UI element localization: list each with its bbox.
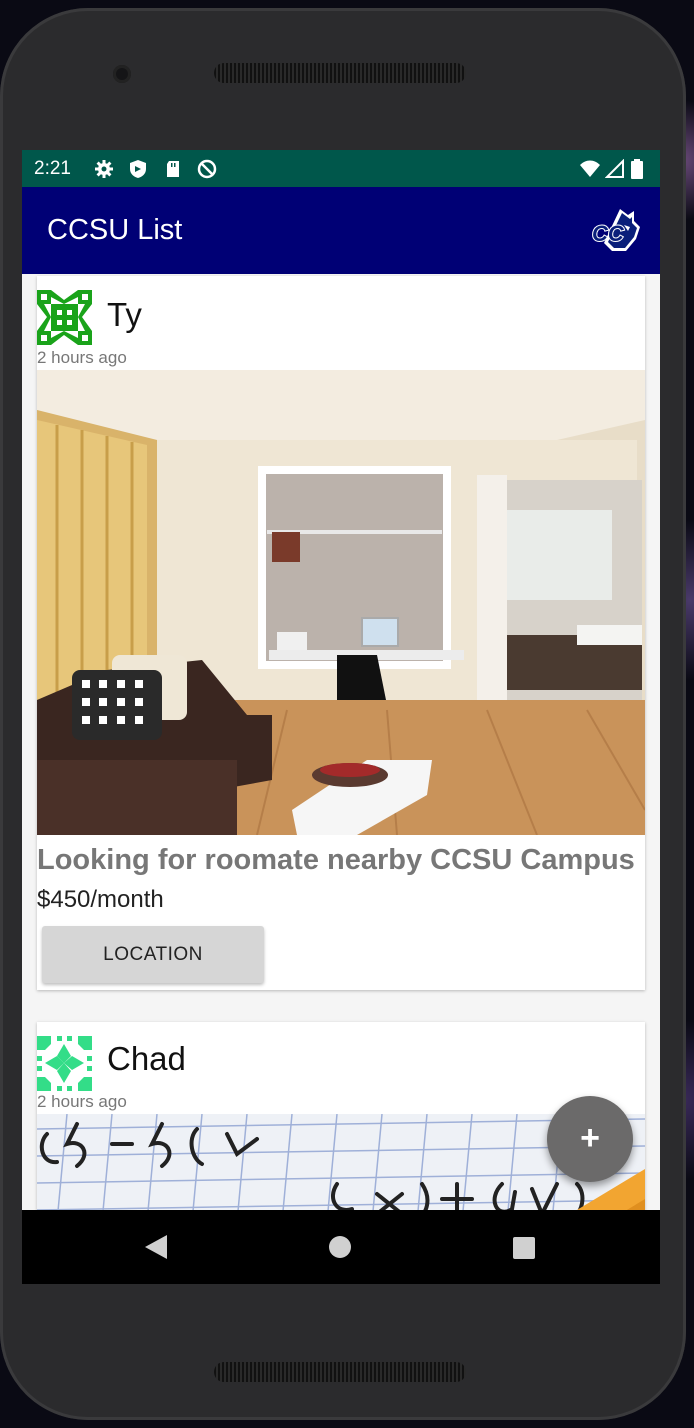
post-photo[interactable]	[37, 370, 645, 835]
post-feed[interactable]: Ty 2 hours ago Looking for roomate nearb…	[22, 274, 660, 1210]
signal-icon	[605, 159, 624, 178]
post-card[interactable]: Ty 2 hours ago Looking for roomate nearb…	[37, 276, 645, 990]
top-speaker	[214, 63, 466, 83]
user-avatar-identicon	[37, 1036, 92, 1091]
settings-icon	[95, 160, 113, 178]
post-time: 2 hours ago	[37, 1092, 127, 1111]
bottom-speaker	[214, 1362, 466, 1382]
wifi-icon	[580, 160, 600, 177]
front-camera	[113, 65, 131, 83]
status-time: 2:21	[34, 158, 71, 179]
app-bar: CCSU List CC	[22, 187, 660, 274]
add-post-button[interactable]: +	[547, 1096, 633, 1182]
user-avatar-identicon	[37, 290, 92, 345]
location-button[interactable]: LOCATION	[42, 926, 264, 983]
app-title: CCSU List	[47, 214, 183, 246]
post-price: $450/month	[37, 886, 164, 913]
no-disturb-icon	[197, 159, 217, 179]
phone-frame: 2:21 CCSU List CC Ty 2 hours ago Looking…	[0, 8, 686, 1420]
status-bar: 2:21	[22, 150, 660, 187]
shield-icon	[130, 160, 146, 178]
ccsu-logo-icon: CC	[591, 209, 640, 251]
post-username[interactable]: Chad	[107, 1040, 186, 1078]
post-title: Looking for roomate nearby CCSU Campus	[37, 844, 635, 876]
post-username[interactable]: Ty	[107, 296, 142, 334]
svg-text:CC: CC	[592, 221, 625, 246]
navigation-bar	[22, 1210, 660, 1284]
recents-icon[interactable]	[513, 1237, 535, 1259]
battery-icon	[631, 159, 643, 179]
back-icon[interactable]	[145, 1235, 167, 1259]
screen: 2:21 CCSU List CC Ty 2 hours ago Looking…	[22, 150, 660, 1284]
sd-card-icon	[167, 161, 179, 177]
home-icon[interactable]	[329, 1236, 351, 1258]
post-time: 2 hours ago	[37, 348, 127, 367]
